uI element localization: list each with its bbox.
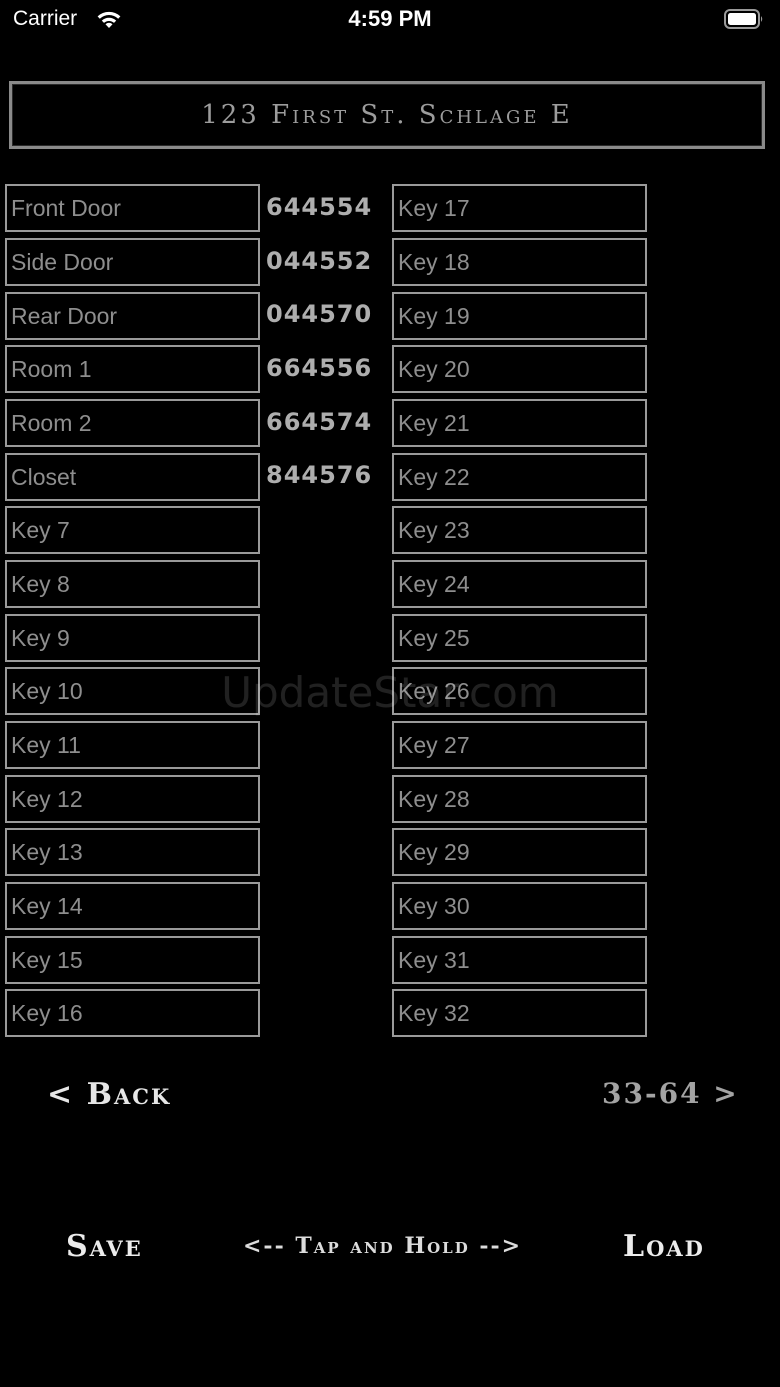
load-button[interactable]: Load [623,1229,705,1264]
key-name-field[interactable]: Key 9 [5,614,260,662]
key-name-field[interactable]: Key 16 [5,989,260,1037]
key-name-field[interactable]: Key 20 [392,345,647,393]
key-name-field[interactable]: Key 17 [392,184,647,232]
key-name-field[interactable]: Room 2 [5,399,260,447]
key-name-field[interactable]: Key 32 [392,989,647,1037]
tap-hold-hint: <-- Tap and Hold --> [243,1233,523,1259]
key-name-field[interactable]: Closet [5,453,260,501]
key-name-field[interactable]: Key 21 [392,399,647,447]
key-code: 664574 [266,408,373,436]
lock-title: 123 First St. Schlage E [201,100,573,130]
key-code: 044570 [266,300,373,328]
key-name-field[interactable]: Key 30 [392,882,647,930]
key-name-field[interactable]: Room 1 [5,345,260,393]
key-name-field[interactable]: Key 11 [5,721,260,769]
key-code: 044552 [266,247,373,275]
key-name-field[interactable]: Key 15 [5,936,260,984]
back-button[interactable]: < Back [47,1077,171,1112]
key-name-field[interactable]: Side Door [5,238,260,286]
key-name-field[interactable]: Key 8 [5,560,260,608]
key-name-field[interactable]: Key 25 [392,614,647,662]
key-name-field[interactable]: Key 19 [392,292,647,340]
lock-title-field[interactable]: 123 First St. Schlage E [9,81,765,149]
key-name-field[interactable]: Key 12 [5,775,260,823]
key-name-field[interactable]: Key 14 [5,882,260,930]
key-name-field[interactable]: Key 29 [392,828,647,876]
key-code: 644554 [266,193,373,221]
clock: 4:59 PM [348,6,432,31]
key-code: 664556 [266,354,373,382]
save-button[interactable]: Save [66,1229,143,1264]
key-name-field[interactable]: Key 22 [392,453,647,501]
next-page-button[interactable]: 33-64 > [602,1077,739,1110]
key-name-field[interactable]: Key 10 [5,667,260,715]
key-name-field[interactable]: Key 27 [392,721,647,769]
key-code: 844576 [266,461,373,489]
battery-icon [724,9,763,29]
key-name-field[interactable]: Key 18 [392,238,647,286]
status-bar: Carrier 4:59 PM [0,0,780,40]
key-name-field[interactable]: Key 7 [5,506,260,554]
key-name-field[interactable]: Rear Door [5,292,260,340]
key-name-field[interactable]: Key 31 [392,936,647,984]
key-name-field[interactable]: Key 28 [392,775,647,823]
key-name-field[interactable]: Key 13 [5,828,260,876]
key-name-field[interactable]: Key 23 [392,506,647,554]
key-name-field[interactable]: Key 26 [392,667,647,715]
key-name-field[interactable]: Front Door [5,184,260,232]
key-name-field[interactable]: Key 24 [392,560,647,608]
